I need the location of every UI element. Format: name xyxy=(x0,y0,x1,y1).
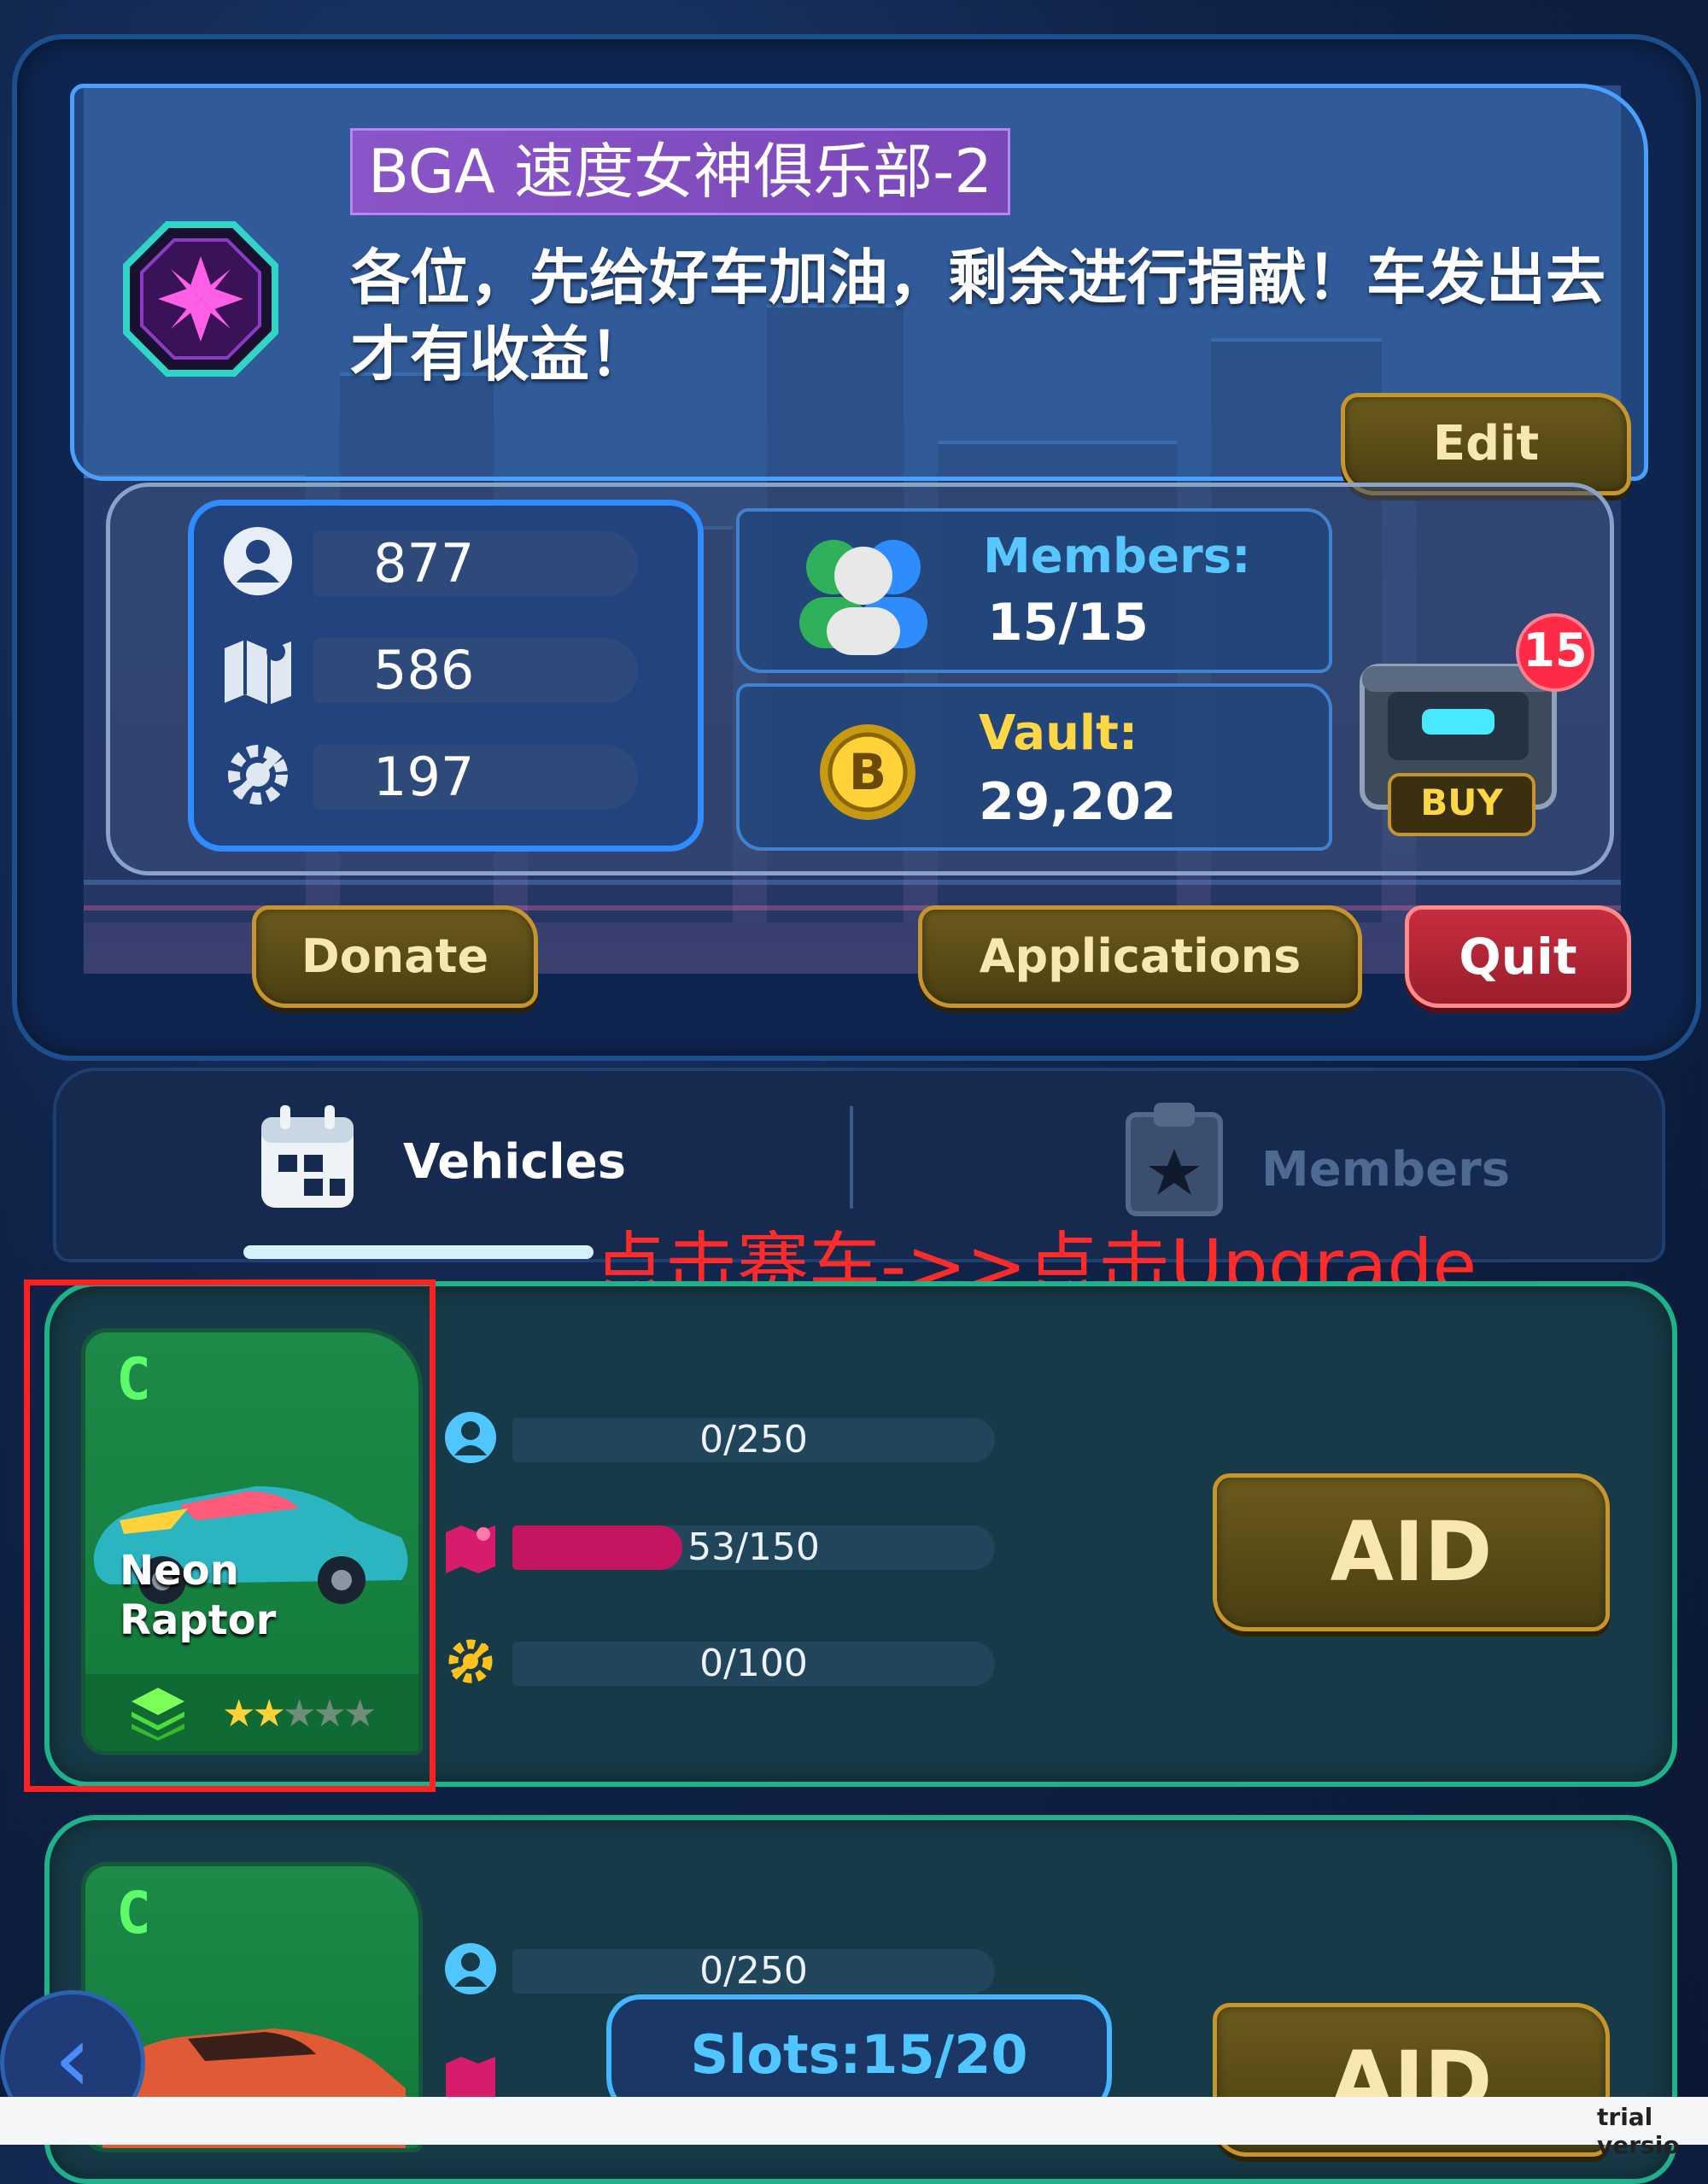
buy-button[interactable]: BUY xyxy=(1388,773,1535,836)
coin-icon: B xyxy=(816,721,919,827)
vault-amount: 29,202 xyxy=(979,772,1177,832)
aid-button[interactable]: AID xyxy=(1213,1473,1610,1631)
stat-text: 0/100 xyxy=(699,1642,808,1685)
tab-active-indicator xyxy=(243,1245,594,1259)
chest-count-badge: 15 xyxy=(1516,613,1594,692)
club-stat-panel: 877 586 197 xyxy=(188,500,704,852)
club-name: BGA 速度女神俱乐部-2 xyxy=(350,128,1010,215)
stat-row-members: 877 xyxy=(219,523,664,600)
stat-row-map: 586 xyxy=(219,629,664,706)
tab-vehicles-label: Vehicles xyxy=(403,1134,627,1190)
members-card: Members: 15/15 xyxy=(736,508,1332,673)
gear-icon xyxy=(219,736,296,813)
vehicle-stat-members: 0/250 xyxy=(512,1949,995,1994)
user-icon xyxy=(219,523,296,600)
trial-watermark: trial versio xyxy=(1597,2103,1680,2159)
vehicle-stat-members: 0/250 xyxy=(512,1418,995,1462)
stat-gear-value: 197 xyxy=(373,746,475,808)
user-icon xyxy=(442,1941,499,1997)
clipboard-star-icon xyxy=(1123,1098,1225,1216)
user-icon xyxy=(442,1409,499,1466)
members-label: Members: xyxy=(983,529,1251,584)
map-icon xyxy=(219,629,296,706)
stat-map-value: 586 xyxy=(373,639,475,701)
stat-text: 53/150 xyxy=(687,1525,820,1569)
members-count: 15/15 xyxy=(987,593,1149,653)
club-emblem-icon xyxy=(120,218,282,380)
members-group-icon xyxy=(782,529,945,660)
annotation-highlight-box xyxy=(24,1279,436,1792)
gear-icon xyxy=(442,1633,499,1689)
stat-row-gear: 197 xyxy=(219,736,664,813)
calendar-icon xyxy=(256,1102,359,1213)
edit-button[interactable]: Edit xyxy=(1341,393,1631,495)
bottom-strip xyxy=(0,2097,1708,2145)
svg-text:B: B xyxy=(849,743,886,801)
stat-text: 0/250 xyxy=(699,1949,808,1993)
vehicle-stat-gear: 0/100 xyxy=(512,1642,995,1686)
quit-button[interactable]: Quit xyxy=(1405,905,1631,1008)
rarity-label: C xyxy=(116,1880,151,1947)
tab-divider xyxy=(850,1106,853,1209)
stat-text: 0/250 xyxy=(699,1418,808,1461)
club-notice: 各位，先给好车加油，剩余进行捐献！车发出去才有收益！ xyxy=(350,243,1606,389)
tab-members-label: Members xyxy=(1261,1142,1511,1197)
stat-members-value: 877 xyxy=(373,532,475,594)
vehicle-stat-map: 53/150 xyxy=(512,1525,995,1570)
vault-label: Vault: xyxy=(979,706,1138,761)
vault-card: B Vault: 29,202 xyxy=(736,683,1332,851)
map-icon xyxy=(442,1519,499,1575)
applications-button[interactable]: Applications xyxy=(918,905,1362,1008)
donate-button[interactable]: Donate xyxy=(252,905,538,1008)
